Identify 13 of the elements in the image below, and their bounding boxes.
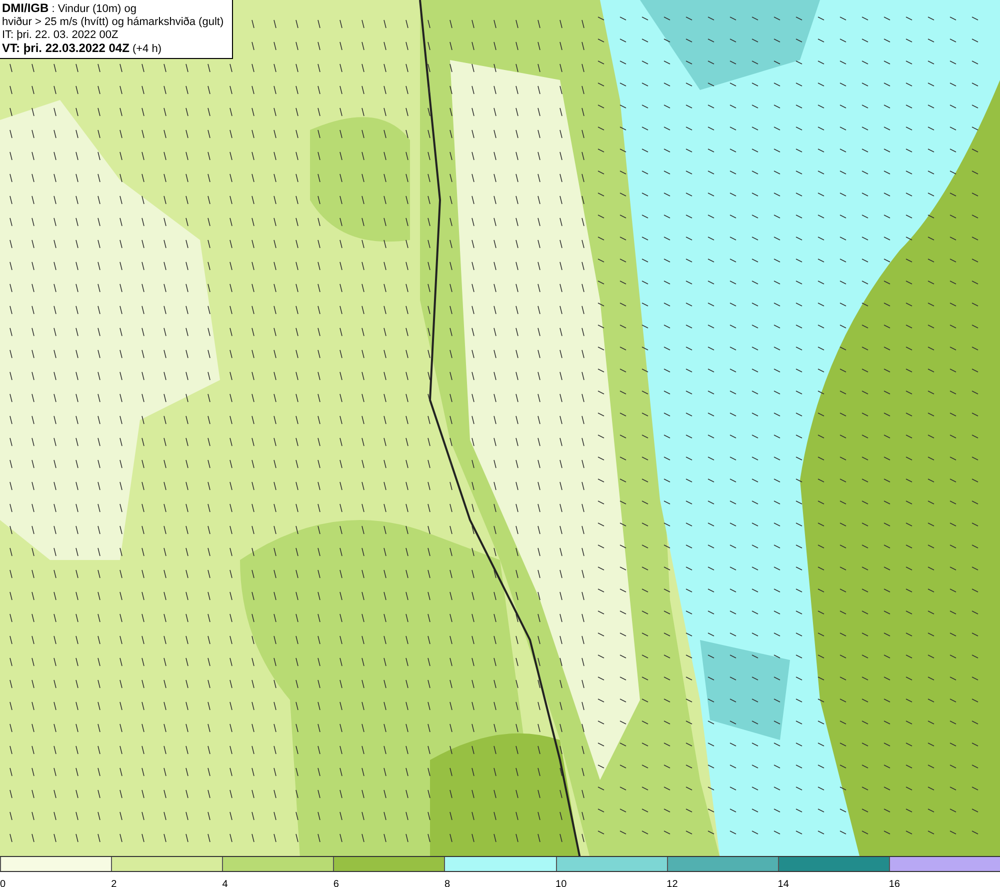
legend-label: 2 (111, 879, 117, 887)
info-text: hviður > 25 m/s (hvítt) og hámarkshviða (gult) (2, 16, 224, 29)
info-text: VT: þri. 22.03.2022 04Z (+4 h) (2, 42, 163, 56)
legend-label: 16 (888, 879, 900, 887)
info-text: DMI/IGB : Vindur (10m) og (2, 2, 138, 16)
legend-label: 10 (556, 879, 567, 887)
legend-label: 0 (0, 879, 6, 887)
legend-label: 12 (666, 879, 678, 887)
legend-label: 6 (333, 879, 339, 887)
legend-label: 14 (778, 879, 789, 887)
legend-label: 4 (222, 879, 228, 887)
info-text: IT: þri. 22. 03. 2022 00Z (2, 29, 120, 42)
legend-label: 8 (444, 879, 450, 887)
